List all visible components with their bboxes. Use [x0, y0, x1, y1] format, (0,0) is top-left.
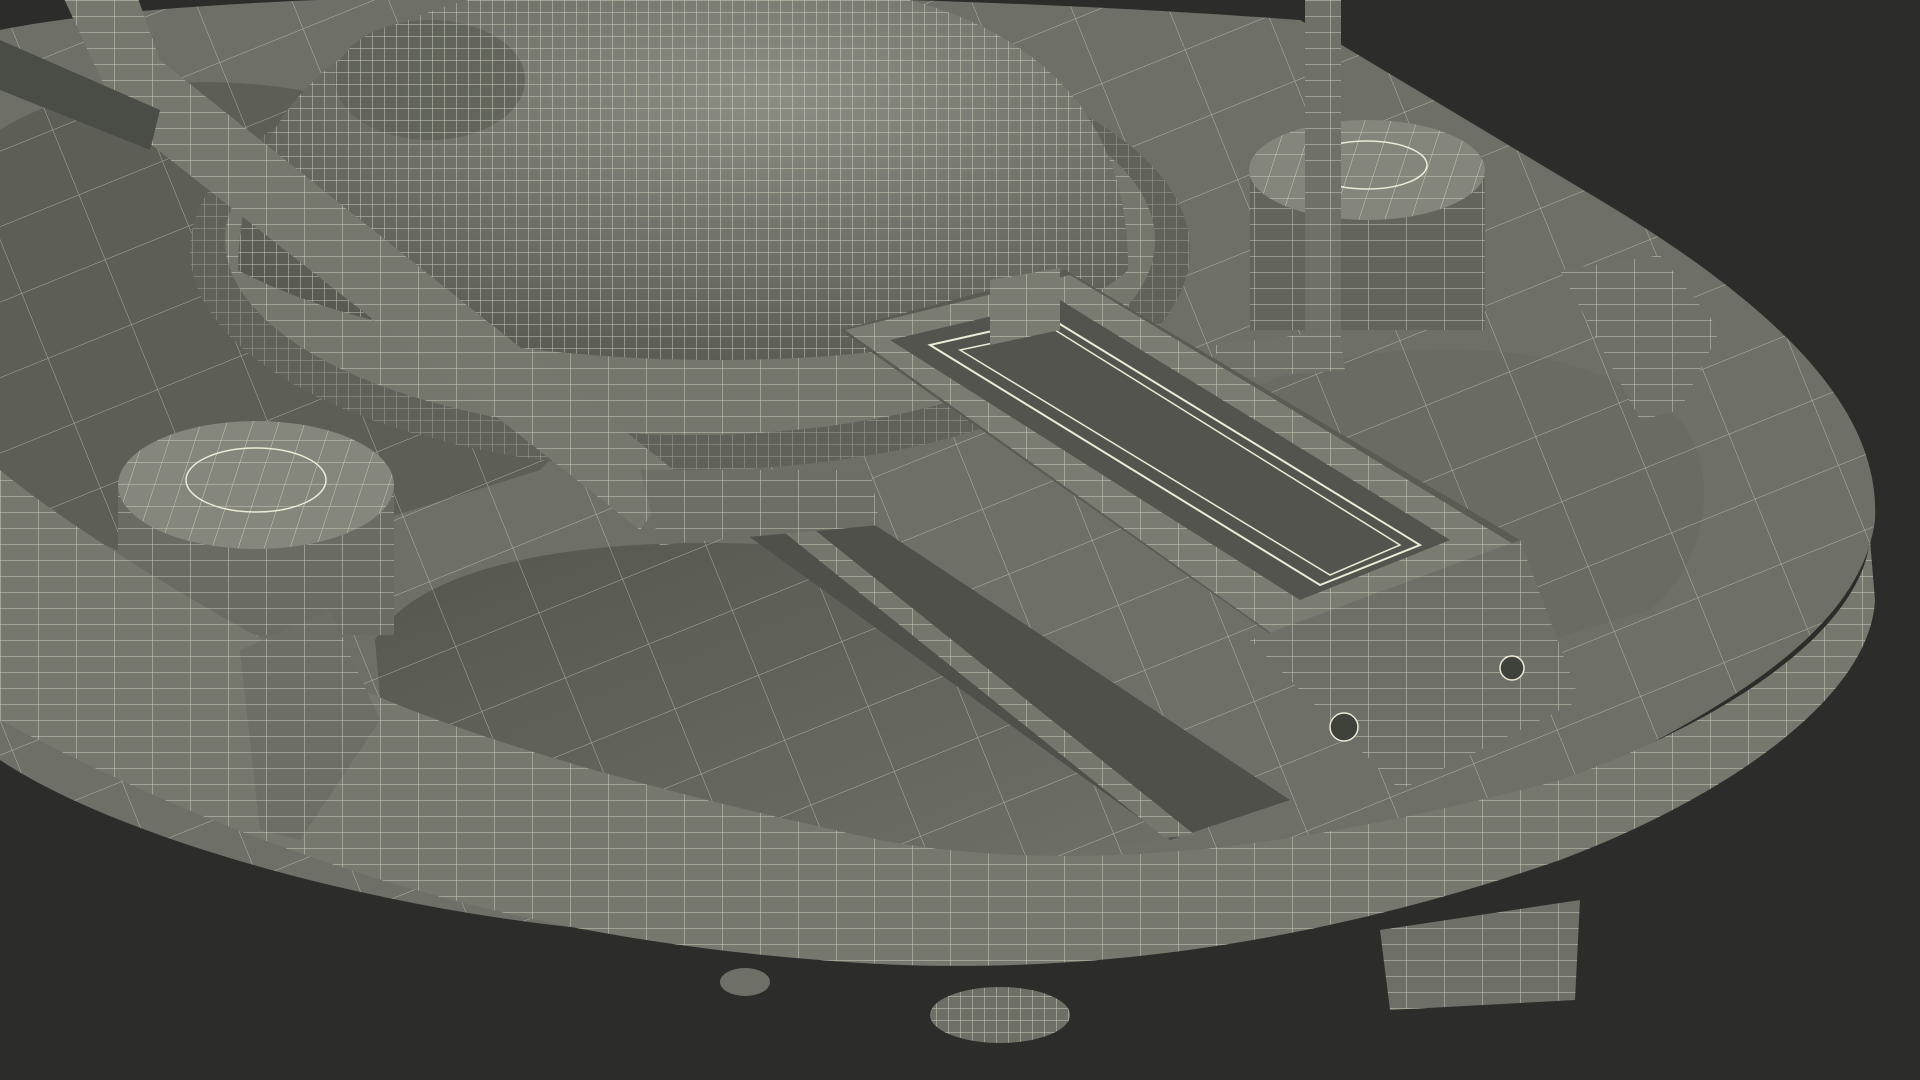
render-viewport: [0, 0, 1920, 1080]
wireframe-render: [0, 0, 1920, 1080]
right-post: [1249, 120, 1485, 330]
